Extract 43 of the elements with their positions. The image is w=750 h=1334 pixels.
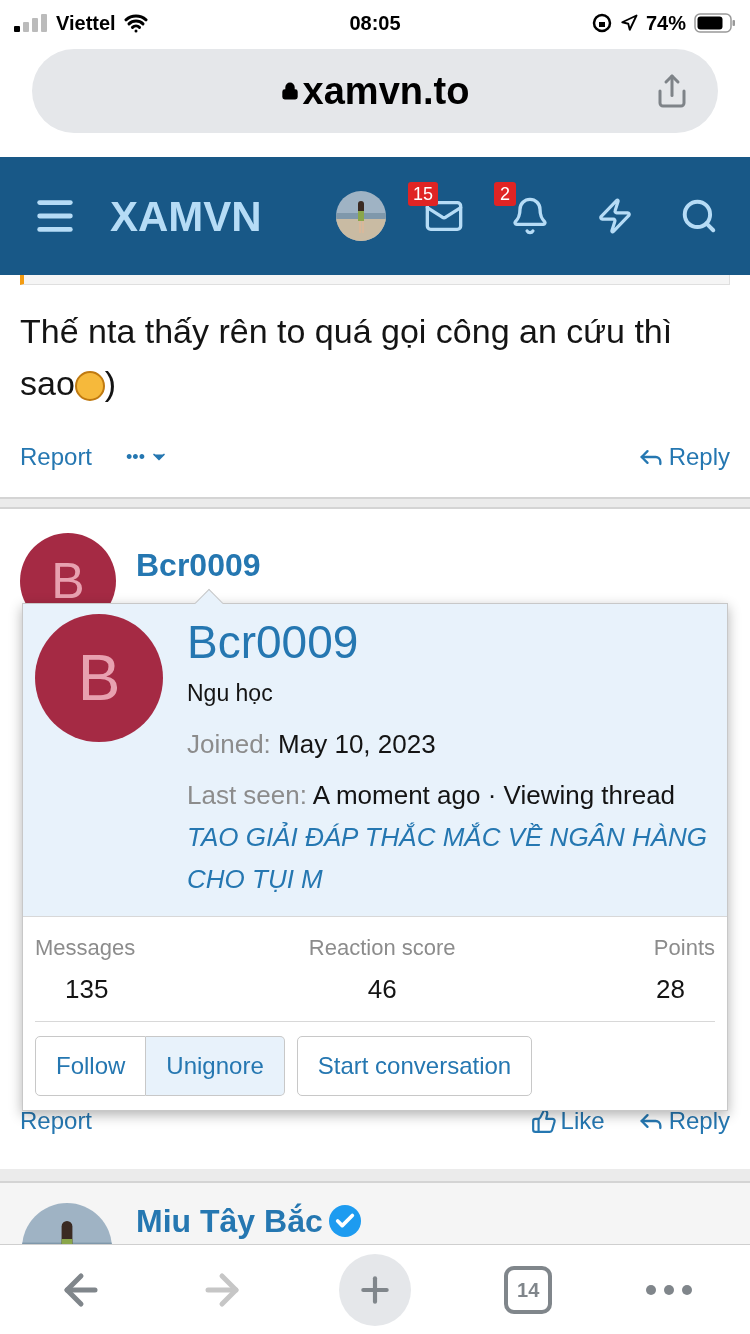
stat-value: 135	[64, 972, 110, 1006]
stat-label: Points	[653, 933, 715, 962]
signal-icon	[14, 14, 48, 32]
stat-value: 46	[366, 972, 398, 1006]
bell-icon[interactable]	[510, 196, 550, 236]
lock-icon	[280, 82, 299, 100]
member-avatar[interactable]: B	[35, 614, 163, 742]
user-title: Ngu học	[187, 679, 274, 708]
clock: 08:05	[348, 11, 402, 36]
like-link[interactable]: Like	[530, 1103, 605, 1139]
more-menu[interactable]: •••	[126, 443, 169, 471]
rotation-lock-icon	[591, 13, 612, 33]
profile-button[interactable]: Start conversation	[296, 1035, 533, 1096]
member-name[interactable]: Bcr0009	[187, 614, 715, 670]
address-bar[interactable]: xamvn.to	[32, 49, 718, 133]
profile-button[interactable]: Unignore	[146, 1035, 285, 1096]
post-text: Thế nta thấy rên to quá gọi công an cứu thì sao )	[20, 311, 674, 404]
laughing-emoji-icon	[74, 371, 105, 401]
unread-badge: 15	[408, 182, 439, 206]
site-logo[interactable]: XAMVN	[110, 184, 262, 248]
report-link[interactable]: Report	[20, 439, 93, 475]
joined-date: Joined: May 10, 2023	[187, 727, 437, 761]
stat-label: Reaction score	[308, 933, 456, 962]
location-icon	[619, 14, 638, 32]
reply-link[interactable]: Reply	[636, 1103, 730, 1139]
username-link[interactable]: Miu Tây Bắc	[136, 1203, 361, 1239]
url-text: xamvn.to	[302, 68, 470, 114]
thumbs-up-icon	[530, 1108, 557, 1134]
stat-label: Messages	[35, 933, 136, 962]
thread-link[interactable]: TAO GIẢI ĐÁP THẮC MẮC VỀ NGÂN HÀNG CHO TỤI M	[187, 815, 715, 900]
carrier-name: Viettel	[56, 11, 116, 36]
battery-icon	[694, 13, 736, 33]
lightning-icon[interactable]	[596, 197, 634, 235]
stat-value: 28	[655, 972, 686, 1006]
search-icon[interactable]	[680, 197, 718, 235]
battery-percent: 74%	[645, 11, 686, 36]
username-link[interactable]: Bcr0009	[136, 541, 261, 589]
tab-count[interactable]: 14	[504, 1265, 553, 1314]
last-seen-text: Last seen: A moment ago · Viewing thread	[187, 778, 677, 812]
profile-button[interactable]: Follow	[35, 1035, 147, 1096]
more-icon[interactable]	[645, 1283, 694, 1296]
reply-link[interactable]: Reply	[636, 439, 730, 475]
alert-badge: 2	[494, 182, 516, 206]
